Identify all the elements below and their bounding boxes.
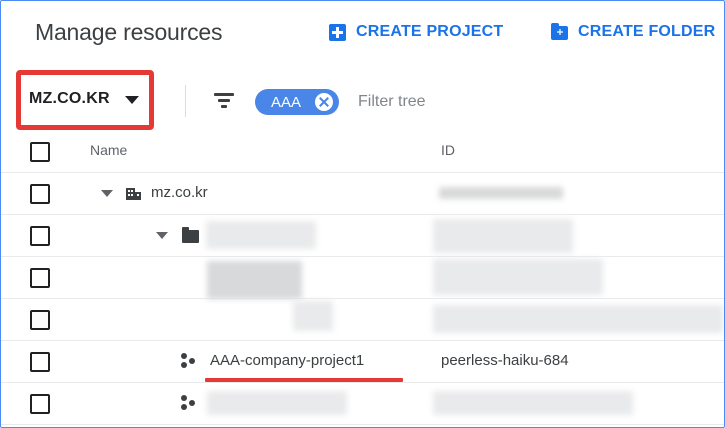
redacted-name <box>207 391 347 415</box>
table-header-row: Name ID <box>1 131 724 173</box>
project-icon <box>181 395 197 411</box>
folder-icon <box>182 227 199 243</box>
table-row[interactable] <box>1 383 724 425</box>
expand-arrow-icon[interactable] <box>101 190 113 197</box>
row-checkbox[interactable] <box>30 184 50 204</box>
filter-icon[interactable] <box>214 93 234 109</box>
filter-chip-label: AAA <box>271 93 302 111</box>
table-row[interactable] <box>1 257 724 299</box>
filter-chip[interactable]: AAA <box>255 89 339 115</box>
row-checkbox[interactable] <box>30 394 50 414</box>
row-name[interactable]: mz.co.kr <box>151 184 208 201</box>
toolbar-divider <box>185 85 186 117</box>
table-row[interactable]: AAA-company-project1 peerless-haiku-684 <box>1 341 724 383</box>
redacted-id <box>433 391 633 415</box>
row-checkbox[interactable] <box>30 268 50 288</box>
redacted-name <box>207 261 302 299</box>
dropdown-caret-icon[interactable] <box>125 96 139 104</box>
redacted-name <box>293 301 333 331</box>
project-icon <box>181 353 197 369</box>
table-row[interactable] <box>1 299 724 341</box>
redacted-id <box>433 219 573 253</box>
row-checkbox[interactable] <box>30 352 50 372</box>
create-folder-button[interactable]: CREATE FOLDER <box>551 23 715 41</box>
org-selector[interactable]: MZ.CO.KR <box>29 90 110 108</box>
create-project-button[interactable]: CREATE PROJECT <box>329 23 503 41</box>
page-header: Manage resources CREATE PROJECT CREATE F… <box>1 1 724 65</box>
table-row[interactable] <box>1 215 724 257</box>
expand-arrow-icon[interactable] <box>156 232 168 239</box>
create-project-label: CREATE PROJECT <box>356 23 504 40</box>
create-folder-label: CREATE FOLDER <box>578 23 716 40</box>
add-box-icon <box>329 23 346 41</box>
row-id: peerless-haiku-684 <box>441 352 569 369</box>
redacted-id <box>433 259 603 295</box>
redacted-id <box>439 187 563 199</box>
page-title: Manage resources <box>35 19 223 45</box>
highlight-underline <box>205 378 403 382</box>
row-checkbox[interactable] <box>30 310 50 330</box>
redacted-name <box>206 221 316 249</box>
filter-tree-input[interactable] <box>358 89 658 115</box>
row-checkbox[interactable] <box>30 226 50 246</box>
manage-resources-panel: Manage resources CREATE PROJECT CREATE F… <box>0 0 725 428</box>
select-all-checkbox[interactable] <box>30 142 50 162</box>
row-name[interactable]: AAA-company-project1 <box>210 352 364 369</box>
table-row[interactable]: mz.co.kr <box>1 173 724 215</box>
create-folder-icon <box>551 23 568 40</box>
column-header-name: Name <box>90 142 128 158</box>
column-header-id: ID <box>441 142 455 158</box>
resource-toolbar: MZ.CO.KR AAA <box>1 67 724 131</box>
redacted-id <box>433 305 723 333</box>
chip-close-icon[interactable] <box>315 93 333 111</box>
organization-icon <box>126 188 141 200</box>
